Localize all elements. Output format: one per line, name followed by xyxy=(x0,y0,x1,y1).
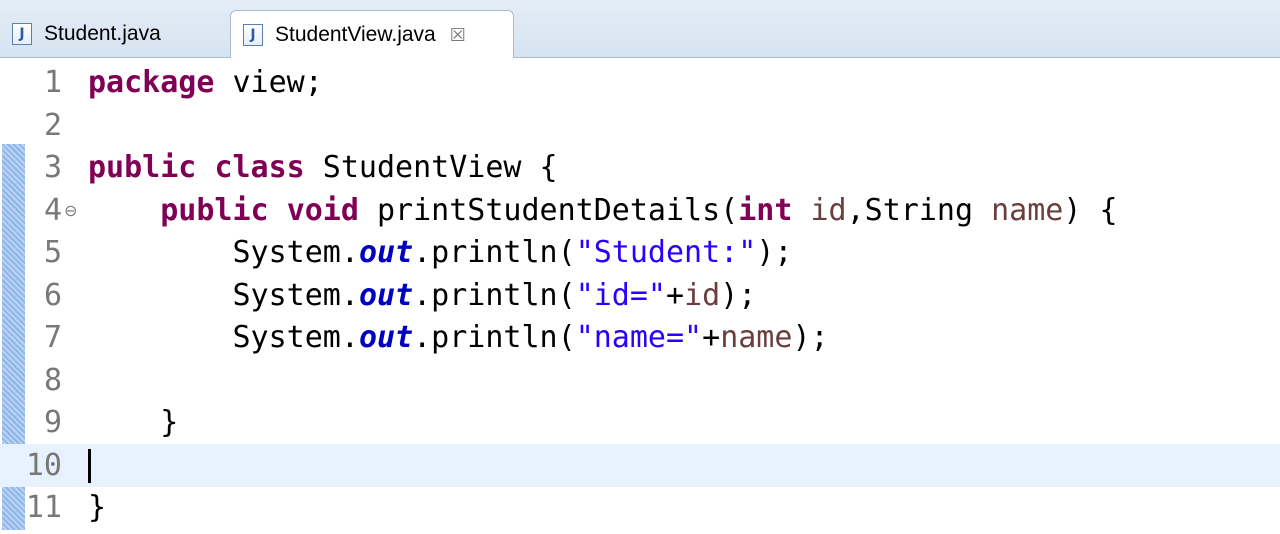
code-token: } xyxy=(88,405,179,440)
code-token-kw: int xyxy=(738,192,793,228)
code-text: public class StudentView { xyxy=(88,146,558,189)
line-number: 5 xyxy=(43,235,62,270)
code-line[interactable]: 4 ⊖ public void printStudentDetails(int i… xyxy=(0,189,1280,232)
code-token: ); xyxy=(792,320,829,355)
code-token: ,String xyxy=(846,192,992,228)
line-number: 2 xyxy=(43,107,62,143)
line-number: 6 xyxy=(43,277,62,313)
code-token-var: name xyxy=(720,320,793,355)
code-text: } xyxy=(88,486,106,529)
line-number: 4 xyxy=(43,192,62,228)
code-text: package view; xyxy=(88,61,323,104)
code-token-fld: out xyxy=(358,320,414,355)
code-token: ) { xyxy=(1063,192,1118,228)
tab-student-java[interactable]: J Student.java xyxy=(0,10,226,58)
code-token-fld: out xyxy=(358,277,414,313)
code-token-kw: public xyxy=(160,192,269,228)
code-token: ); xyxy=(756,235,793,270)
code-token-var: id xyxy=(684,277,721,313)
code-token: + xyxy=(702,320,721,355)
code-line[interactable]: 8 xyxy=(0,359,1280,402)
line-number: 1 xyxy=(43,65,62,100)
code-line[interactable]: 1 package view; xyxy=(0,61,1280,104)
code-line[interactable]: 5 System.out.println("Student:"); xyxy=(0,231,1280,274)
code-editor[interactable]: 1 package view; 2 3 public class StudentView… xyxy=(0,58,1280,534)
text-caret xyxy=(88,448,91,483)
code-token: } xyxy=(88,490,107,525)
tab-label: StudentView.java xyxy=(275,23,436,46)
code-token: + xyxy=(666,277,685,313)
java-file-icon: J xyxy=(243,24,263,46)
code-text: System.out.println("Student:"); xyxy=(88,231,792,274)
code-token-fld: out xyxy=(358,235,414,270)
code-token-str: "id=" xyxy=(575,277,666,313)
code-token: System. xyxy=(88,277,359,313)
tab-studentview-java[interactable]: J StudentView.java ☒ xyxy=(230,10,514,59)
code-token: .println( xyxy=(413,320,576,355)
code-text: } xyxy=(88,401,178,444)
code-token-kw: package xyxy=(88,65,215,100)
tab-label: Student.java xyxy=(44,22,161,45)
current-code-line[interactable]: 10 xyxy=(0,443,1280,487)
code-token: ); xyxy=(720,277,757,313)
code-token: view; xyxy=(214,65,323,100)
code-line[interactable]: 3 public class StudentView { xyxy=(0,146,1280,189)
java-file-icon: J xyxy=(12,23,32,45)
code-token: System. xyxy=(88,320,359,355)
code-text: public void printStudentDetails(int id,S… xyxy=(88,189,1118,232)
code-token: .println( xyxy=(413,277,576,313)
code-token-var: name xyxy=(991,192,1064,228)
code-line[interactable]: 7 System.out.println("name="+name); xyxy=(0,316,1280,359)
code-line[interactable]: 9 } xyxy=(0,401,1280,444)
line-number: 9 xyxy=(43,405,62,440)
editor-tab-bar: J Student.java J StudentView.java ☒ xyxy=(0,0,1280,59)
code-token-kw: public xyxy=(88,150,197,185)
code-text: System.out.println("id="+id); xyxy=(88,274,756,317)
line-number: 11 xyxy=(25,490,62,525)
code-token-var: id xyxy=(810,192,847,228)
close-tab-icon[interactable]: ☒ xyxy=(450,25,466,46)
line-number: 8 xyxy=(43,362,62,398)
code-token: System. xyxy=(88,235,359,270)
code-token-kw: class xyxy=(214,150,305,185)
code-token-str: "Student:" xyxy=(575,235,757,270)
code-token-str: "name=" xyxy=(575,320,703,355)
code-text: System.out.println("name="+name); xyxy=(88,316,829,359)
code-line[interactable]: 6 System.out.println("id="+id); xyxy=(0,274,1280,317)
line-number: 3 xyxy=(43,150,62,185)
code-line[interactable]: 11} xyxy=(0,486,1280,529)
code-token: StudentView { xyxy=(304,150,558,185)
line-number: 7 xyxy=(43,320,62,355)
code-token: printStudentDetails( xyxy=(358,192,739,228)
code-line[interactable]: 2 xyxy=(0,104,1280,147)
code-token: .println( xyxy=(413,235,576,270)
code-token-kw: void xyxy=(286,192,359,228)
fold-collapse-icon[interactable]: ⊖ xyxy=(64,189,77,232)
line-number: 10 xyxy=(25,447,62,483)
